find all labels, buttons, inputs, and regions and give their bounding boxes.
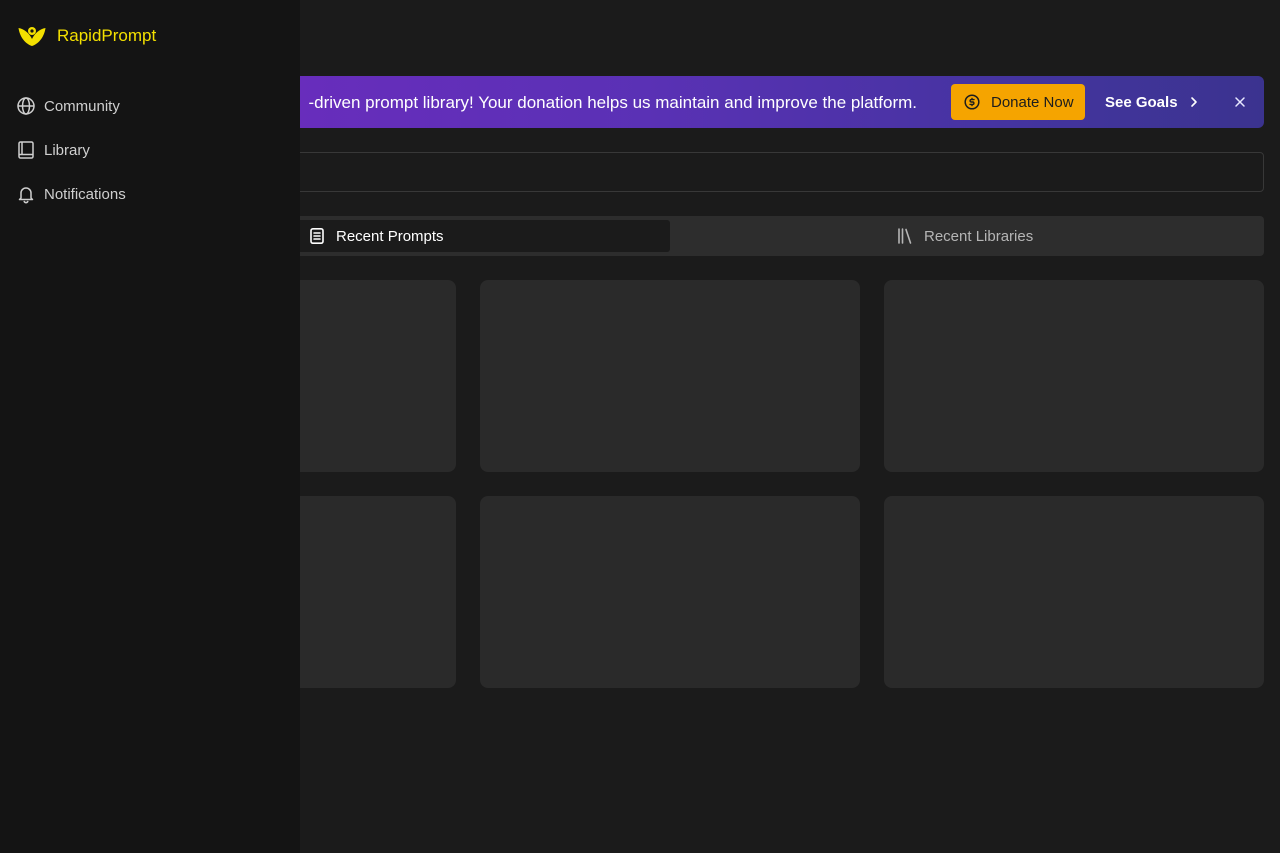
dollar-circle-icon [964, 94, 980, 110]
donation-banner: -driven prompt library! Your donation he… [140, 76, 1264, 128]
tab-recent-prompts-label: Recent Prompts [336, 227, 444, 245]
sidebar: RapidPrompt Community Library Notificati… [0, 0, 300, 853]
globe-icon [16, 96, 36, 116]
sidebar-item-community[interactable]: Community [16, 94, 120, 118]
app-logo[interactable]: RapidPrompt [17, 24, 156, 48]
sidebar-item-label: Notifications [44, 185, 126, 203]
app-name: RapidPrompt [57, 26, 157, 45]
prompt-card-placeholder[interactable] [884, 496, 1264, 688]
sidebar-item-library[interactable]: Library [16, 138, 90, 162]
sidebar-item-label: Community [44, 97, 120, 115]
see-goals-label: See Goals [1105, 93, 1178, 111]
book-icon [16, 140, 36, 160]
see-goals-link[interactable]: See Goals [1105, 84, 1200, 120]
sidebar-item-notifications[interactable]: Notifications [16, 182, 126, 206]
donate-now-button[interactable]: Donate Now [951, 84, 1085, 120]
library-icon [896, 227, 914, 245]
prompt-card-placeholder[interactable] [884, 280, 1264, 472]
sidebar-item-label: Library [44, 141, 90, 159]
close-icon [1234, 96, 1246, 108]
logo-icon [17, 24, 47, 48]
prompt-card-placeholder[interactable] [480, 280, 860, 472]
prompt-card-placeholder[interactable] [480, 496, 860, 688]
tab-recent-libraries-label: Recent Libraries [924, 227, 1034, 245]
document-icon [308, 227, 326, 245]
donate-now-label: Donate Now [991, 93, 1074, 111]
tab-recent-libraries[interactable]: Recent Libraries [674, 220, 1260, 252]
bell-icon [16, 184, 36, 204]
close-banner-button[interactable] [1230, 92, 1250, 112]
chevron-right-icon [1188, 96, 1200, 108]
search-input[interactable] [140, 152, 1264, 192]
